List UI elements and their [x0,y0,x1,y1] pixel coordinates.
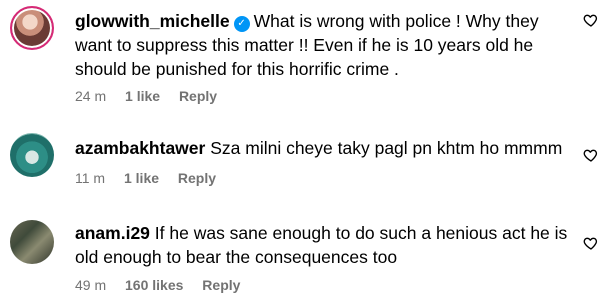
comment-body: azambakhtawer Sza milni cheye taky pagl … [75,136,575,160]
comment-meta: 11 m 1 like Reply [75,170,231,186]
like-count[interactable]: 1 like [125,88,160,104]
reply-button[interactable]: Reply [179,88,217,104]
verified-badge-icon: ✓ [233,16,250,32]
comment-text: Sza milni cheye taky pagl pn khtm ho mmm… [210,138,563,158]
comment-body: anam.i29 If he was sane enough to do suc… [75,221,575,269]
like-count[interactable]: 1 like [124,170,159,186]
comment-body: glowwith_michelle ✓ What is wrong with pol… [75,9,575,81]
like-count[interactable]: 160 likes [125,277,183,293]
reply-button[interactable]: Reply [178,170,216,186]
avatar[interactable] [10,133,54,177]
timestamp[interactable]: 24 m [75,88,106,104]
comment-meta: 24 m 1 like Reply [75,88,232,104]
timestamp[interactable]: 49 m [75,277,106,293]
username[interactable]: glowwith_michelle [75,11,230,31]
comment-meta: 49 m 160 likes Reply [75,277,255,293]
username[interactable]: azambakhtawer [75,138,205,158]
username[interactable]: anam.i29 [75,223,150,243]
timestamp[interactable]: 11 m [75,170,105,186]
comment-3: anam.i29 If he was sane enough to do suc… [0,205,611,302]
comment-2: azambakhtawer Sza milni cheye taky pagl … [0,115,611,205]
heart-outline-icon[interactable] [583,235,599,251]
avatar[interactable] [10,220,54,264]
comment-1: glowwith_michelle ✓ What is wrong with pol… [0,0,611,115]
reply-button[interactable]: Reply [202,277,240,293]
avatar[interactable] [10,6,54,50]
heart-outline-icon[interactable] [583,12,599,28]
heart-outline-icon[interactable] [583,147,599,163]
